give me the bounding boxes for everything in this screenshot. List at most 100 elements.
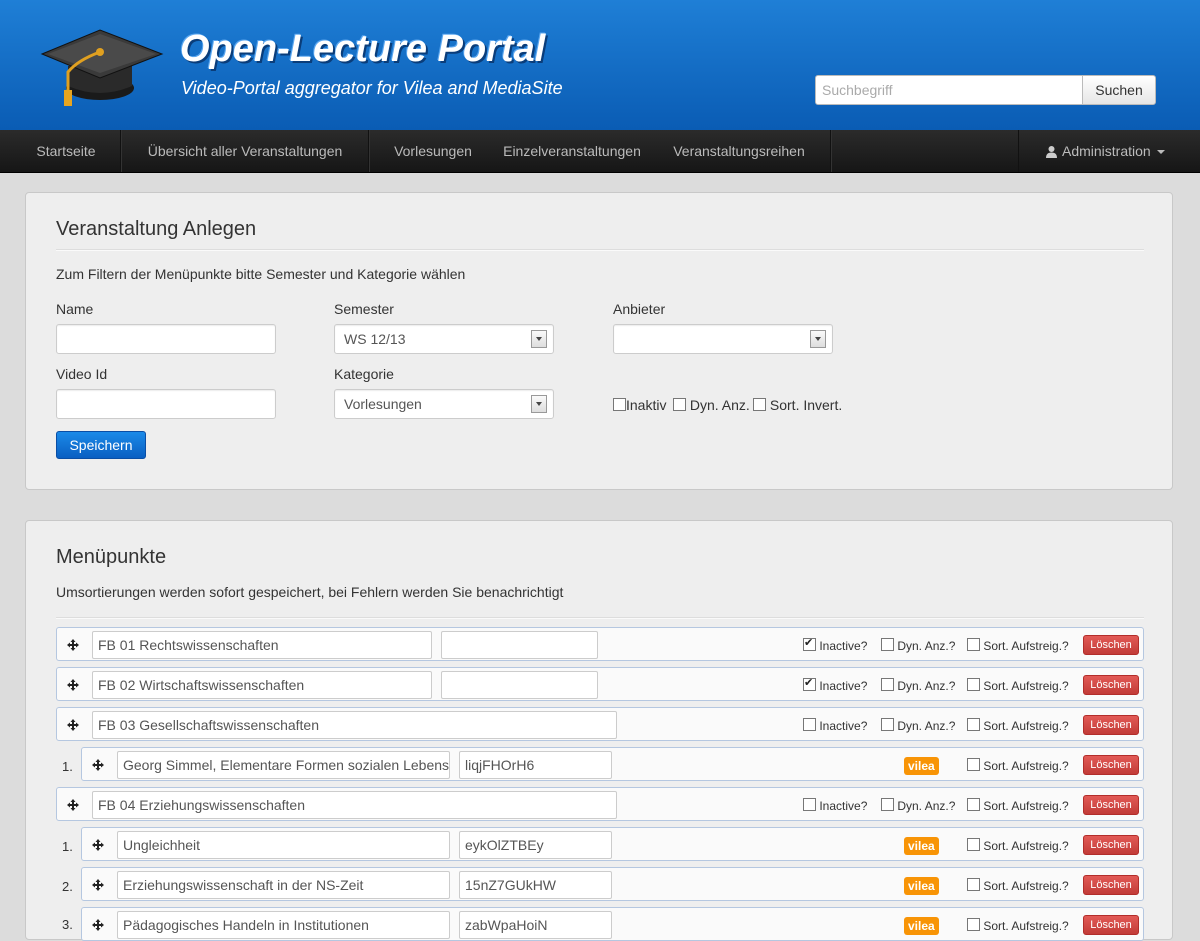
inaktiv-checkbox[interactable]	[613, 398, 626, 411]
sort-option[interactable]: Sort. Aufstreig.?	[967, 638, 1069, 653]
sort-checkbox[interactable]	[967, 838, 980, 851]
inactive-option[interactable]: Inactive?	[803, 798, 867, 813]
dyn-anz-option[interactable]: Dyn. Anz.?	[881, 638, 955, 653]
move-icon[interactable]	[92, 879, 104, 891]
list-item[interactable]: FB 03 Gesellschaftswissenschaften Inacti…	[56, 707, 1144, 741]
row-number: 3.	[62, 917, 73, 932]
anbieter-select[interactable]	[613, 324, 833, 354]
delete-button[interactable]: Löschen	[1083, 795, 1139, 815]
kategorie-select[interactable]: Vorlesungen	[334, 389, 554, 419]
admin-dropdown[interactable]: Administration	[1018, 130, 1200, 172]
dyn-anz-option[interactable]: Dyn. Anz.	[673, 397, 750, 413]
sort-option[interactable]: Sort. Aufstreig.?	[967, 678, 1069, 693]
move-icon[interactable]	[67, 639, 79, 651]
dyn-anz-checkbox[interactable]	[881, 718, 894, 731]
list-item[interactable]: Erziehungswissenschaft in der NS-Zeit 15…	[81, 867, 1144, 901]
dyn-anz-label: Dyn. Anz.?	[897, 679, 956, 693]
sort-option[interactable]: Sort. Aufstreig.?	[967, 838, 1069, 853]
sort-option[interactable]: Sort. Aufstreig.?	[967, 758, 1069, 773]
sort-option[interactable]: Sort. Aufstreig.?	[967, 878, 1069, 893]
sort-checkbox[interactable]	[967, 918, 980, 931]
semester-select[interactable]: WS 12/13	[334, 324, 554, 354]
inactive-option[interactable]: Inactive?	[803, 676, 867, 693]
item-id-input[interactable]: 15nZ7GUkHW	[459, 871, 612, 899]
item-name-input[interactable]: Georg Simmel, Elementare Formen sozialen…	[117, 751, 450, 779]
search-button[interactable]: Suchen	[1082, 75, 1156, 105]
move-icon[interactable]	[92, 839, 104, 851]
videoid-input[interactable]	[56, 389, 276, 419]
delete-button[interactable]: Löschen	[1083, 715, 1139, 735]
inactive-checkbox[interactable]	[803, 636, 816, 651]
inactive-option[interactable]: Inactive?	[803, 718, 867, 733]
search-input[interactable]	[815, 75, 1083, 105]
delete-button[interactable]: Löschen	[1083, 835, 1139, 855]
sort-checkbox[interactable]	[967, 718, 980, 731]
item-name-input[interactable]: FB 03 Gesellschaftswissenschaften	[92, 711, 617, 739]
move-icon[interactable]	[67, 799, 79, 811]
delete-button[interactable]: Löschen	[1083, 875, 1139, 895]
dyn-anz-checkbox[interactable]	[673, 398, 686, 411]
sort-checkbox[interactable]	[967, 638, 980, 651]
header-banner: Open-Lecture Portal Video-Portal aggrega…	[0, 0, 1200, 130]
nav-vorlesungen[interactable]: Vorlesungen	[382, 130, 484, 172]
item-name-input[interactable]: Erziehungswissenschaft in der NS-Zeit	[117, 871, 450, 899]
sort-invert-checkbox[interactable]	[753, 398, 766, 411]
move-icon[interactable]	[67, 679, 79, 691]
sort-label: Sort. Aufstreig.?	[983, 879, 1069, 893]
nav-startseite[interactable]: Startseite	[20, 130, 112, 172]
nav-veranstaltungsreihen[interactable]: Veranstaltungsreihen	[660, 130, 818, 172]
delete-button[interactable]: Löschen	[1083, 915, 1139, 935]
delete-button[interactable]: Löschen	[1083, 755, 1139, 775]
nav-einzelveranstaltungen[interactable]: Einzelveranstaltungen	[492, 130, 652, 172]
item-id-input[interactable]	[441, 631, 598, 659]
item-name-input[interactable]: FB 04 Erziehungswissenschaften	[92, 791, 617, 819]
sort-label: Sort. Aufstreig.?	[983, 839, 1069, 853]
sort-label: Sort. Aufstreig.?	[983, 639, 1069, 653]
sort-checkbox[interactable]	[967, 758, 980, 771]
inaktiv-option[interactable]: Inaktiv	[613, 397, 666, 413]
row-number: 1.	[62, 839, 73, 854]
graduation-cap-icon	[40, 29, 164, 106]
item-name-input[interactable]: Pädagogisches Handeln in Institutionen	[117, 911, 450, 939]
sort-invert-option[interactable]: Sort. Invert.	[753, 397, 842, 413]
dyn-anz-checkbox[interactable]	[881, 678, 894, 691]
move-icon[interactable]	[67, 719, 79, 731]
item-name-input[interactable]: Ungleichheit	[117, 831, 450, 859]
dyn-anz-option[interactable]: Dyn. Anz.?	[881, 678, 955, 693]
item-id-input[interactable]: liqjFHOrH6	[459, 751, 612, 779]
item-id-input[interactable]: eykOlZTBEy	[459, 831, 612, 859]
divider	[56, 617, 1144, 619]
inactive-checkbox[interactable]	[803, 676, 816, 691]
move-icon[interactable]	[92, 919, 104, 931]
item-id-input[interactable]	[441, 671, 598, 699]
inactive-checkbox[interactable]	[803, 718, 816, 731]
sort-option[interactable]: Sort. Aufstreig.?	[967, 918, 1069, 933]
delete-button[interactable]: Löschen	[1083, 675, 1139, 695]
item-name-input[interactable]: FB 01 Rechtswissenschaften	[92, 631, 432, 659]
delete-button[interactable]: Löschen	[1083, 635, 1139, 655]
item-id-input[interactable]: zabWpaHoiN	[459, 911, 612, 939]
inaktiv-label: Inaktiv	[626, 397, 667, 413]
list-item[interactable]: Ungleichheit eykOlZTBEy vilea Sort. Aufs…	[81, 827, 1144, 861]
dyn-anz-option[interactable]: Dyn. Anz.?	[881, 798, 955, 813]
item-name-input[interactable]: FB 02 Wirtschaftswissenschaften	[92, 671, 432, 699]
list-item[interactable]: FB 01 Rechtswissenschaften Inactive? Dyn…	[56, 627, 1144, 661]
sort-option[interactable]: Sort. Aufstreig.?	[967, 718, 1069, 733]
inactive-option[interactable]: Inactive?	[803, 636, 867, 653]
sort-checkbox[interactable]	[967, 798, 980, 811]
move-icon[interactable]	[92, 759, 104, 771]
sort-option[interactable]: Sort. Aufstreig.?	[967, 798, 1069, 813]
list-item[interactable]: Georg Simmel, Elementare Formen sozialen…	[81, 747, 1144, 781]
inactive-checkbox[interactable]	[803, 798, 816, 811]
list-item[interactable]: FB 02 Wirtschaftswissenschaften Inactive…	[56, 667, 1144, 701]
nav-uebersicht[interactable]: Übersicht aller Veranstaltungen	[132, 130, 358, 172]
name-input[interactable]	[56, 324, 276, 354]
sort-checkbox[interactable]	[967, 678, 980, 691]
dyn-anz-checkbox[interactable]	[881, 798, 894, 811]
save-button[interactable]: Speichern	[56, 431, 146, 459]
list-item[interactable]: FB 04 Erziehungswissenschaften Inactive?…	[56, 787, 1144, 821]
sort-checkbox[interactable]	[967, 878, 980, 891]
list-item[interactable]: Pädagogisches Handeln in Institutionen z…	[81, 907, 1144, 941]
dyn-anz-checkbox[interactable]	[881, 638, 894, 651]
dyn-anz-option[interactable]: Dyn. Anz.?	[881, 718, 955, 733]
